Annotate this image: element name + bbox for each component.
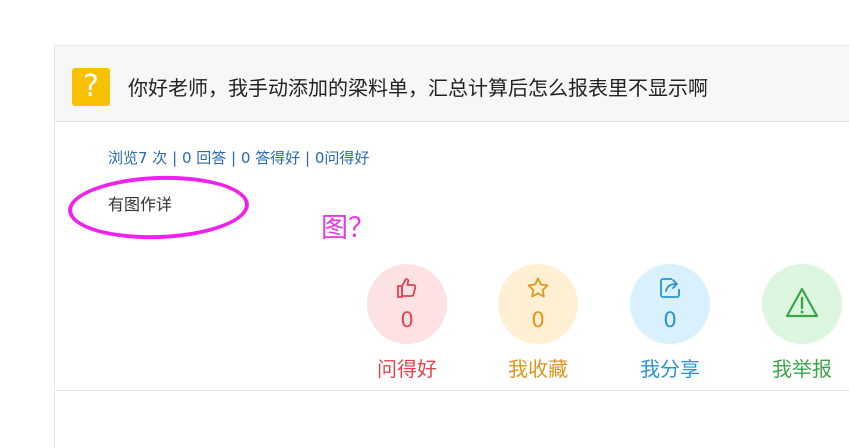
share-bubble[interactable]: 0 xyxy=(630,264,710,344)
favorite-label: 我收藏 xyxy=(508,357,568,381)
share-icon xyxy=(660,278,680,298)
share-button[interactable]: 0 我分享 xyxy=(630,264,710,382)
thumbs-up-icon xyxy=(397,278,417,298)
answers-count[interactable]: 0 回答 xyxy=(182,149,226,167)
good-question-count: 0 xyxy=(400,308,414,332)
good-answers-count[interactable]: 0 答得好 xyxy=(241,149,300,167)
good-questions-count[interactable]: 0问得好 xyxy=(315,149,370,167)
share-count: 0 xyxy=(663,308,677,332)
favorite-button[interactable]: 0 我收藏 xyxy=(498,264,578,382)
question-header: ? 你好老师，我手动添加的梁料单，汇总计算后怎么报表里不显示啊 xyxy=(55,46,849,122)
annotation-text: 图？ xyxy=(321,213,375,244)
share-label: 我分享 xyxy=(640,357,700,381)
report-label: 我举报 xyxy=(772,357,832,381)
question-card: ? 你好老师，我手动添加的梁料单，汇总计算后怎么报表里不显示啊 浏览7 次 | … xyxy=(54,45,849,448)
question-icon: ? xyxy=(72,68,110,106)
good-question-label: 问得好 xyxy=(377,357,437,381)
star-icon xyxy=(527,277,549,298)
favorite-count: 0 xyxy=(531,308,545,332)
question-title: 你好老师，我手动添加的梁料单，汇总计算后怎么报表里不显示啊 xyxy=(128,76,708,100)
good-question-button[interactable]: 0 问得好 xyxy=(367,264,447,382)
divider xyxy=(55,390,849,391)
views-count: 浏览7 次 xyxy=(108,149,168,167)
stats-separator: | xyxy=(231,149,237,167)
question-stats: 浏览7 次 | 0 回答 | 0 答得好 | 0问得好 xyxy=(108,148,369,168)
circle-annotation xyxy=(66,172,251,243)
stats-separator: | xyxy=(172,149,178,167)
good-question-bubble[interactable]: 0 xyxy=(367,264,447,344)
report-bubble[interactable] xyxy=(762,264,842,344)
warning-icon xyxy=(785,287,819,318)
stats-separator: | xyxy=(304,149,311,167)
favorite-bubble[interactable]: 0 xyxy=(498,264,578,344)
report-button[interactable]: 我举报 xyxy=(762,264,842,382)
